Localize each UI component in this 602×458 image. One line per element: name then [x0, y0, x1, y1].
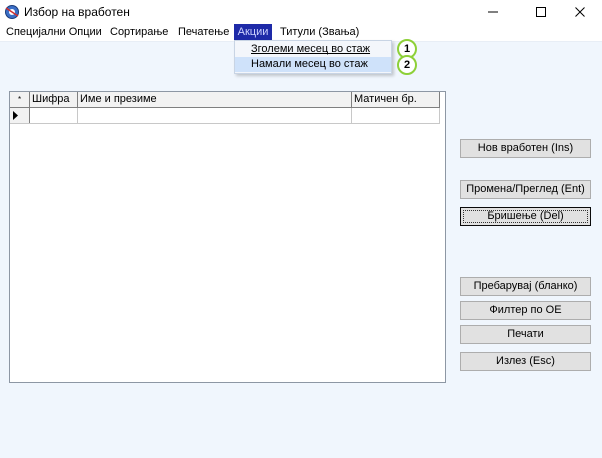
window-title: Избор на вработен: [24, 5, 130, 19]
header-code[interactable]: Шифра: [30, 92, 78, 107]
menu-titles[interactable]: Титули (Звања): [280, 26, 359, 38]
maximize-icon: [536, 7, 546, 17]
row-pointer-icon: [13, 111, 18, 120]
cell-id-number[interactable]: [352, 108, 440, 123]
close-icon: [575, 7, 585, 17]
menu-printing[interactable]: Печатење: [178, 26, 229, 38]
callout-2: 2: [397, 55, 417, 75]
print-button[interactable]: Печати: [460, 325, 591, 344]
menu-actions[interactable]: Акции: [234, 24, 272, 41]
delete-button[interactable]: Бришење (Del): [460, 207, 591, 226]
header-id-number[interactable]: Матичен бр.: [352, 92, 440, 107]
focus-ring: [463, 210, 588, 223]
app-icon: [5, 5, 19, 19]
grid-header: * Шифра Име и презиме Матичен бр.: [10, 92, 440, 108]
close-button[interactable]: [565, 2, 595, 22]
search-button[interactable]: Пребарувај (бланко): [460, 277, 591, 296]
exit-button[interactable]: Излез (Esc): [460, 352, 591, 371]
minimize-icon: [488, 11, 498, 13]
menu-increase-month[interactable]: Зголеми месец во стаж: [235, 42, 391, 57]
actions-dropdown: Зголеми месец во стаж Намали месец во ст…: [234, 40, 392, 74]
maximize-button[interactable]: [526, 2, 556, 22]
menu-decrease-month-label: Намали месец во стаж: [251, 58, 368, 70]
menu-special-options[interactable]: Специјални Опции: [6, 26, 102, 38]
edit-view-button[interactable]: Промена/Преглед (Ent): [460, 180, 591, 199]
minimize-button[interactable]: [478, 2, 508, 22]
row-indicator: [10, 108, 30, 123]
cell-code[interactable]: [30, 108, 78, 123]
new-employee-button[interactable]: Нов вработен (Ins): [460, 139, 591, 158]
title-bar: Избор на вработен: [0, 0, 602, 24]
menu-sorting[interactable]: Сортирање: [110, 26, 168, 38]
header-indicator: *: [10, 92, 30, 107]
header-name[interactable]: Име и презиме: [78, 92, 352, 107]
employee-grid[interactable]: * Шифра Име и презиме Матичен бр.: [9, 91, 446, 383]
menu-decrease-month[interactable]: Намали месец во стаж: [235, 57, 391, 72]
table-row[interactable]: [10, 108, 440, 124]
filter-button[interactable]: Филтер по ОЕ: [460, 301, 591, 320]
menu-increase-month-label: Зголеми месец во стаж: [251, 43, 371, 55]
cell-name[interactable]: [78, 108, 352, 123]
